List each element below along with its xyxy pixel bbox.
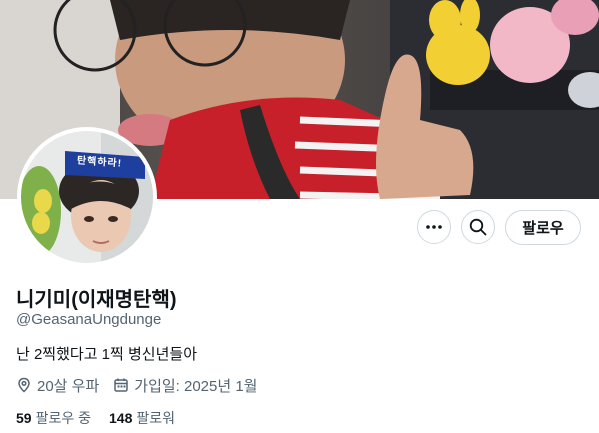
profile-meta: 20살 우파 가입일: 2025년 1월 [16, 375, 271, 395]
followers-count: 148 [109, 410, 133, 426]
follow-stats: 59 팔로우 중 148 팔로워 [16, 408, 193, 428]
following-link[interactable]: 59 팔로우 중 [16, 408, 91, 428]
following-count: 59 [16, 410, 32, 426]
location-pin-icon [18, 377, 30, 393]
avatar[interactable]: 탄핵하라! [17, 127, 157, 267]
joined-text: 가입일: 2025년 1월 [134, 377, 258, 395]
calendar-icon [114, 378, 129, 392]
user-handle: @GeasanaUngdunge [16, 311, 162, 328]
location-item: 20살 우파 [16, 375, 99, 396]
search-button[interactable] [461, 210, 495, 244]
more-dots-icon [426, 225, 442, 229]
following-label: 팔로우 중 [35, 410, 91, 426]
followers-label: 팔로워 [136, 410, 175, 426]
search-icon [469, 218, 487, 236]
location-text: 20살 우파 [37, 377, 100, 395]
avatar-image [21, 131, 153, 263]
display-name: 니기미(이재명탄핵) [16, 289, 177, 311]
follow-button[interactable]: 팔로우 [505, 210, 581, 245]
avatar-cap-text: 탄핵하라! [76, 155, 123, 170]
joined-item: 가입일: 2025년 1월 [113, 375, 257, 396]
bio-text: 난 2찍했다고 1찍 병신년들아 [16, 346, 197, 363]
more-button[interactable] [417, 210, 451, 244]
followers-link[interactable]: 148 팔로워 [109, 408, 175, 428]
